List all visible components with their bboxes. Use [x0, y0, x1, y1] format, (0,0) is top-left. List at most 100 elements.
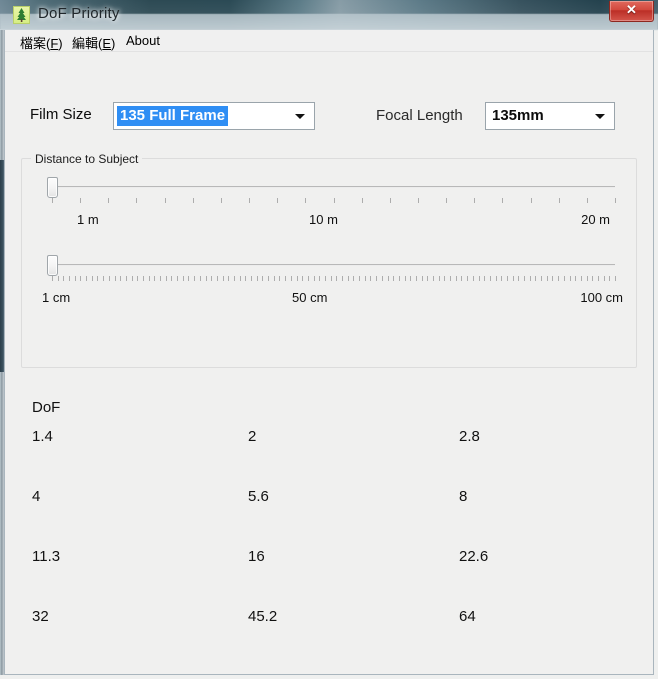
- slider-tick: [120, 276, 121, 281]
- slider-tick: [302, 276, 303, 281]
- dof-aperture-value[interactable]: 11.3: [32, 548, 60, 565]
- dof-aperture-value[interactable]: 4: [32, 488, 40, 505]
- focal-length-label: Focal Length: [376, 107, 463, 124]
- dof-aperture-value[interactable]: 32: [32, 608, 49, 625]
- dof-aperture-grid: 1.422.845.6811.31622.63245.264: [32, 428, 632, 668]
- slider-tick: [143, 276, 144, 281]
- dof-aperture-value[interactable]: 5.6: [248, 488, 269, 505]
- dof-row: 45.68: [32, 488, 632, 548]
- menu-item-file-tail: ): [58, 36, 62, 51]
- dof-aperture-value[interactable]: 2: [248, 428, 256, 445]
- slider-tick: [297, 276, 298, 281]
- slider-tick: [115, 276, 116, 281]
- menu-item-edit[interactable]: 編輯(E): [67, 32, 120, 53]
- distance-slider-meters-min-label: 1 m: [77, 212, 99, 227]
- distance-slider-meters-thumb[interactable]: [47, 177, 58, 198]
- slider-tick: [479, 276, 480, 281]
- slider-tick: [405, 276, 406, 281]
- title-bar: DoF Priority ✕: [0, 0, 658, 30]
- slider-tick: [240, 276, 241, 281]
- slider-tick: [541, 276, 542, 281]
- slider-tick: [559, 198, 560, 203]
- slider-tick: [535, 276, 536, 281]
- slider-tick: [277, 198, 278, 203]
- menu-item-file[interactable]: 檔案(F): [15, 32, 68, 53]
- dof-aperture-value[interactable]: 1.4: [32, 428, 53, 445]
- slider-tick: [388, 276, 389, 281]
- slider-tick: [268, 276, 269, 281]
- slider-tick: [58, 276, 59, 281]
- slider-tick: [80, 198, 81, 203]
- slider-tick: [97, 276, 98, 281]
- slider-tick: [502, 198, 503, 203]
- slider-tick: [92, 276, 93, 281]
- slider-tick: [217, 276, 218, 281]
- distance-to-subject-title: Distance to Subject: [31, 152, 142, 166]
- menu-item-edit-text: 編輯(: [72, 36, 102, 51]
- slider-tick: [63, 276, 64, 281]
- slider-tick: [136, 198, 137, 203]
- chevron-down-icon: [595, 114, 605, 119]
- distance-slider-centimeters-ticks: [52, 276, 615, 282]
- slider-tick: [200, 276, 201, 281]
- dof-aperture-value[interactable]: 2.8: [459, 428, 480, 445]
- dof-aperture-value[interactable]: 64: [459, 608, 476, 625]
- slider-tick: [177, 276, 178, 281]
- slider-tick: [456, 276, 457, 281]
- slider-tick: [308, 276, 309, 281]
- slider-tick: [496, 276, 497, 281]
- slider-tick: [193, 198, 194, 203]
- slider-tick: [362, 198, 363, 203]
- slider-tick: [575, 276, 576, 281]
- slider-tick: [291, 276, 292, 281]
- slider-tick: [422, 276, 423, 281]
- distance-slider-meters-track[interactable]: [52, 186, 615, 187]
- slider-tick: [206, 276, 207, 281]
- distance-slider-centimeters-thumb[interactable]: [47, 255, 58, 276]
- slider-tick: [69, 276, 70, 281]
- dof-aperture-value[interactable]: 45.2: [248, 608, 277, 625]
- slider-tick: [257, 276, 258, 281]
- distance-slider-centimeters-min-label: 1 cm: [42, 290, 70, 305]
- distance-slider-centimeters-max-label: 100 cm: [580, 290, 623, 305]
- distance-slider-meters[interactable]: 1 m 10 m 20 m: [47, 176, 615, 210]
- slider-tick: [251, 276, 252, 281]
- slider-tick: [52, 276, 53, 281]
- dof-aperture-value[interactable]: 16: [248, 548, 265, 565]
- slider-tick: [598, 276, 599, 281]
- close-button[interactable]: ✕: [609, 1, 654, 22]
- dof-aperture-value[interactable]: 22.6: [459, 548, 488, 565]
- slider-tick: [262, 276, 263, 281]
- distance-slider-centimeters[interactable]: 1 cm 50 cm 100 cm: [47, 254, 615, 288]
- slider-tick: [188, 276, 189, 281]
- slider-tick: [221, 198, 222, 203]
- film-size-combobox[interactable]: 135 Full Frame: [113, 102, 315, 130]
- slider-tick: [86, 276, 87, 281]
- distance-slider-centimeters-track[interactable]: [52, 264, 615, 265]
- slider-tick: [305, 198, 306, 203]
- slider-tick: [604, 276, 605, 281]
- distance-slider-meters-max-label: 20 m: [581, 212, 610, 227]
- slider-tick: [103, 276, 104, 281]
- slider-tick: [552, 276, 553, 281]
- focal-length-combobox[interactable]: 135mm: [485, 102, 615, 130]
- slider-tick: [446, 198, 447, 203]
- menu-item-about[interactable]: About: [121, 32, 165, 49]
- slider-tick: [126, 276, 127, 281]
- slider-tick: [615, 198, 616, 203]
- slider-tick: [501, 276, 502, 281]
- dof-row: 32 45.2 64: [32, 608, 632, 668]
- slider-tick: [524, 276, 525, 281]
- slider-tick: [592, 276, 593, 281]
- distance-slider-meters-ticks: [52, 198, 615, 204]
- slider-tick: [530, 276, 531, 281]
- slider-tick: [245, 276, 246, 281]
- focal-length-selected-value: 135mm: [492, 106, 544, 126]
- slider-tick: [570, 276, 571, 281]
- slider-tick: [165, 198, 166, 203]
- dof-aperture-value[interactable]: 8: [459, 488, 467, 505]
- slider-tick: [558, 276, 559, 281]
- dof-row: 11.3 16 22.6: [32, 548, 632, 608]
- slider-tick: [507, 276, 508, 281]
- menu-bar: 檔案(F) 編輯(E) About: [5, 30, 653, 52]
